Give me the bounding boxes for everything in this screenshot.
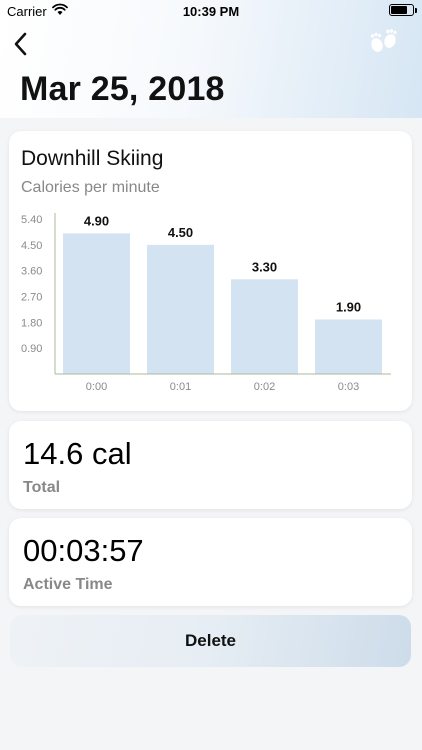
battery-icon [389,4,417,16]
bar-value-label: 1.90 [336,299,361,314]
footprints-icon[interactable] [366,28,402,56]
y-tick-label: 1.80 [21,317,42,329]
x-tick-label: 0:01 [170,381,191,393]
active-time-label: Active Time [23,576,113,593]
bar-value-label: 4.50 [168,225,193,240]
bar-value-label: 3.30 [252,259,277,274]
y-tick-label: 4.50 [21,240,42,252]
page-title: Mar 25, 2018 [20,70,225,108]
status-time: 10:39 PM [182,4,240,19]
bar [147,244,214,374]
bar [315,319,382,374]
active-time-card: 00:03:57 Active Time [9,518,412,606]
x-tick-label: 0:03 [338,381,359,393]
header: Carrier 10:39 PM Mar 25, 2018 [0,0,422,118]
bar [63,233,130,374]
total-card: 14.6 cal Total [9,421,412,509]
y-tick-label: 5.40 [21,214,42,226]
x-tick-label: 0:00 [86,381,107,393]
chart-card: Downhill Skiing Calories per minute 5.40… [9,131,412,411]
total-calories-label: Total [23,479,61,496]
bar-chart: 5.40 4.50 3.60 2.70 1.80 0.90 4.90 0:00 4.50 0:01… [21,213,391,393]
y-tick-label: 0.90 [21,343,42,355]
bar [231,279,298,374]
status-bar: Carrier 10:39 PM [0,0,422,22]
bar-value-label: 4.90 [84,213,109,228]
active-time-value: 00:03:57 [23,533,144,568]
delete-button[interactable]: Delete [10,615,411,667]
x-tick-label: 0:02 [254,381,275,393]
total-calories-value: 14.6 cal [23,436,132,471]
y-tick-label: 3.60 [21,266,42,278]
y-tick-label: 2.70 [21,292,42,304]
chevron-left-icon[interactable] [10,30,34,58]
